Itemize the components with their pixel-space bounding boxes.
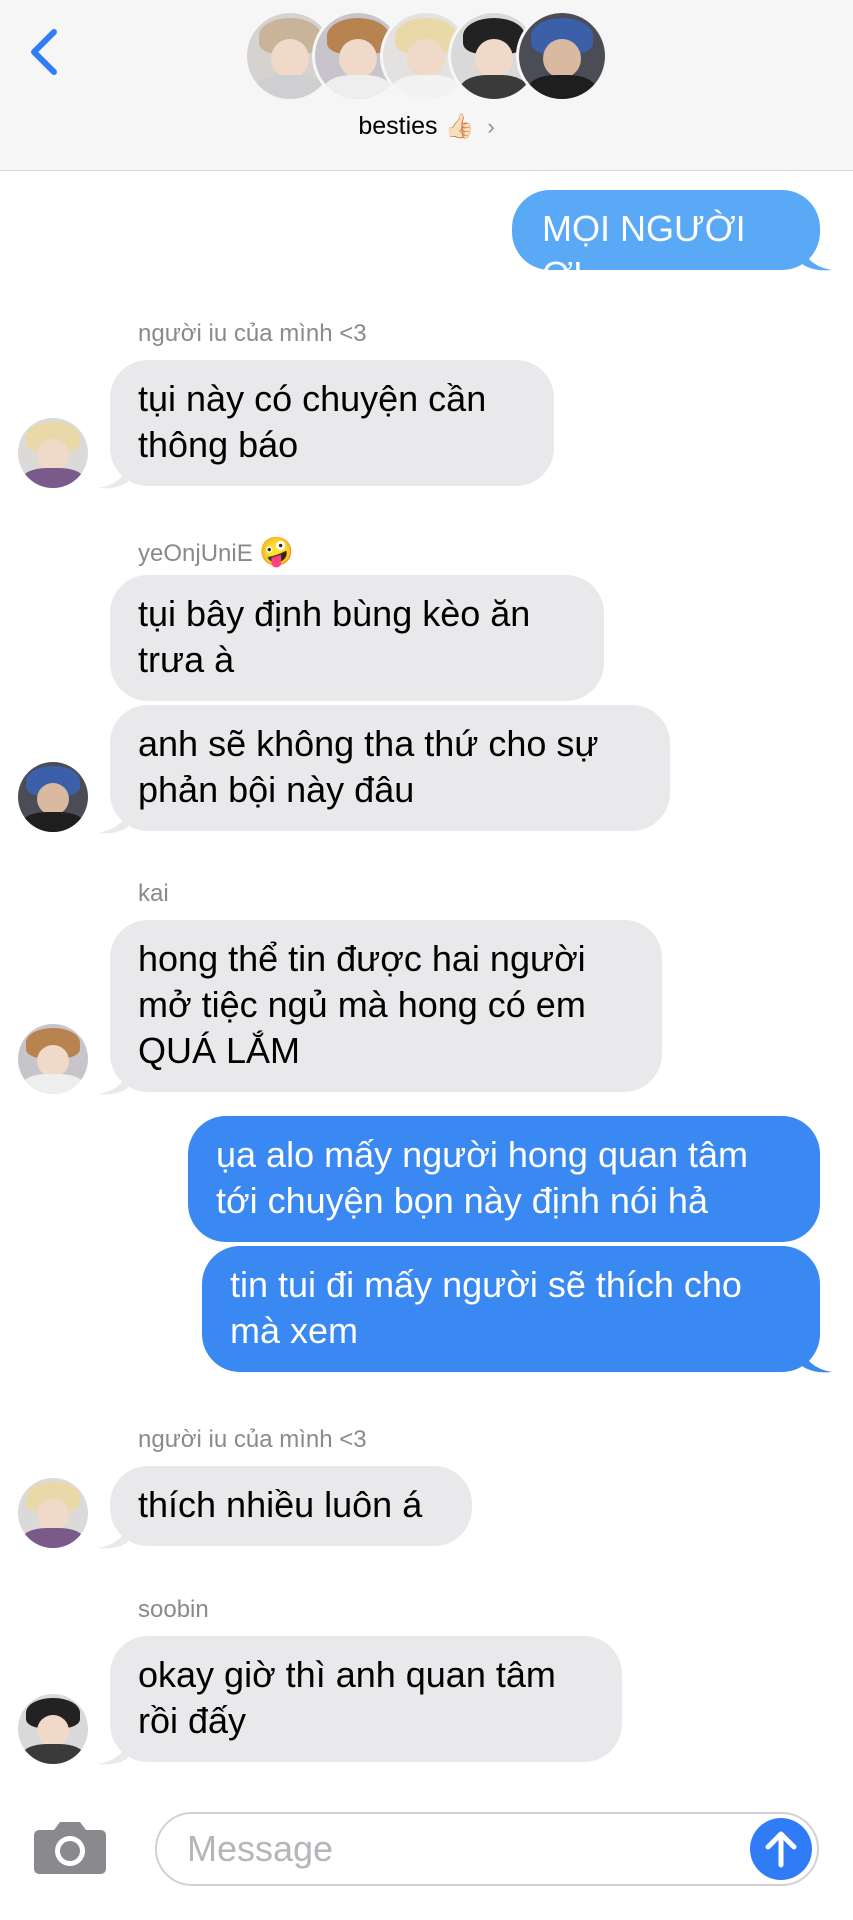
sender-name: kai [138, 880, 169, 907]
message-text: anh sẽ không tha thứ cho sự phản bội này… [138, 723, 599, 810]
message-text: ụa alo mấy người hong quan tâm tới chuyệ… [216, 1134, 749, 1221]
message-text: tụi bây định bùng kèo ăn trưa à [138, 593, 531, 680]
avatar[interactable] [18, 1024, 88, 1094]
message-bubble-outgoing[interactable]: tin tui đi mấy người sẽ thích cho mà xem [202, 1246, 820, 1372]
bubble-tail [800, 242, 832, 271]
sender-emoji: 🤪 [259, 536, 295, 567]
camera-button[interactable] [32, 1818, 108, 1876]
avatar[interactable] [18, 1694, 88, 1764]
message-bubble-incoming[interactable]: hong thể tin được hai người mở tiệc ngủ … [110, 920, 662, 1092]
message-bubble-outgoing[interactable]: MỌI NGƯỜI ƠI [512, 190, 820, 295]
sender-name: soobin [138, 1596, 209, 1623]
message-text: MỌI NGƯỜI ƠI [542, 208, 746, 295]
chevron-right-icon: › [487, 114, 495, 139]
message-bubble-incoming[interactable]: okay giờ thì anh quan tâm rồi đấy [110, 1636, 622, 1762]
group-name[interactable]: besties 👍🏻 › [0, 112, 853, 141]
message-text: thích nhiều luôn á [138, 1484, 423, 1525]
bubble-tail [98, 1736, 130, 1765]
message-text: hong thể tin được hai người mở tiệc ngủ … [138, 938, 586, 1071]
send-button[interactable] [750, 1818, 812, 1880]
bubble-tail [98, 805, 130, 834]
group-title: besties [358, 112, 438, 140]
bubble-tail [800, 1344, 832, 1373]
avatar[interactable] [18, 762, 88, 832]
message-bubble-incoming[interactable]: anh sẽ không tha thứ cho sự phản bội này… [110, 705, 670, 831]
avatar[interactable] [18, 1478, 88, 1548]
conversation-header: besties 👍🏻 › [0, 0, 853, 171]
sender-name: yeOnjUniE 🤪 [138, 535, 294, 568]
camera-icon [34, 1822, 106, 1874]
message-text: okay giờ thì anh quan tâm rồi đấy [138, 1654, 556, 1741]
group-emoji: 👍🏻 [444, 113, 475, 140]
message-text: tin tui đi mấy người sẽ thích cho mà xem [230, 1264, 742, 1351]
message-bubble-incoming[interactable]: tụi này có chuyện cần thông báo [110, 360, 554, 486]
sender-label: yeOnjUniE [138, 540, 253, 567]
arrow-up-icon [765, 1831, 797, 1868]
sender-name: người iu của mình <3 [138, 320, 367, 347]
bubble-tail [98, 460, 130, 489]
message-input[interactable] [155, 1812, 819, 1886]
chevron-left-icon [31, 29, 57, 75]
sender-name: người iu của mình <3 [138, 1426, 367, 1453]
bubble-tail [98, 1066, 130, 1095]
message-bubble-incoming[interactable]: tụi bây định bùng kèo ăn trưa à [110, 575, 604, 701]
avatar[interactable] [18, 418, 88, 488]
bubble-tail [98, 1520, 130, 1549]
avatar [516, 10, 608, 102]
message-bubble-outgoing[interactable]: ụa alo mấy người hong quan tâm tới chuyệ… [188, 1116, 820, 1242]
group-avatars[interactable] [244, 10, 614, 106]
back-button[interactable] [18, 20, 66, 80]
message-bubble-incoming[interactable]: thích nhiều luôn á [110, 1466, 472, 1546]
message-text: tụi này có chuyện cần thông báo [138, 378, 487, 465]
